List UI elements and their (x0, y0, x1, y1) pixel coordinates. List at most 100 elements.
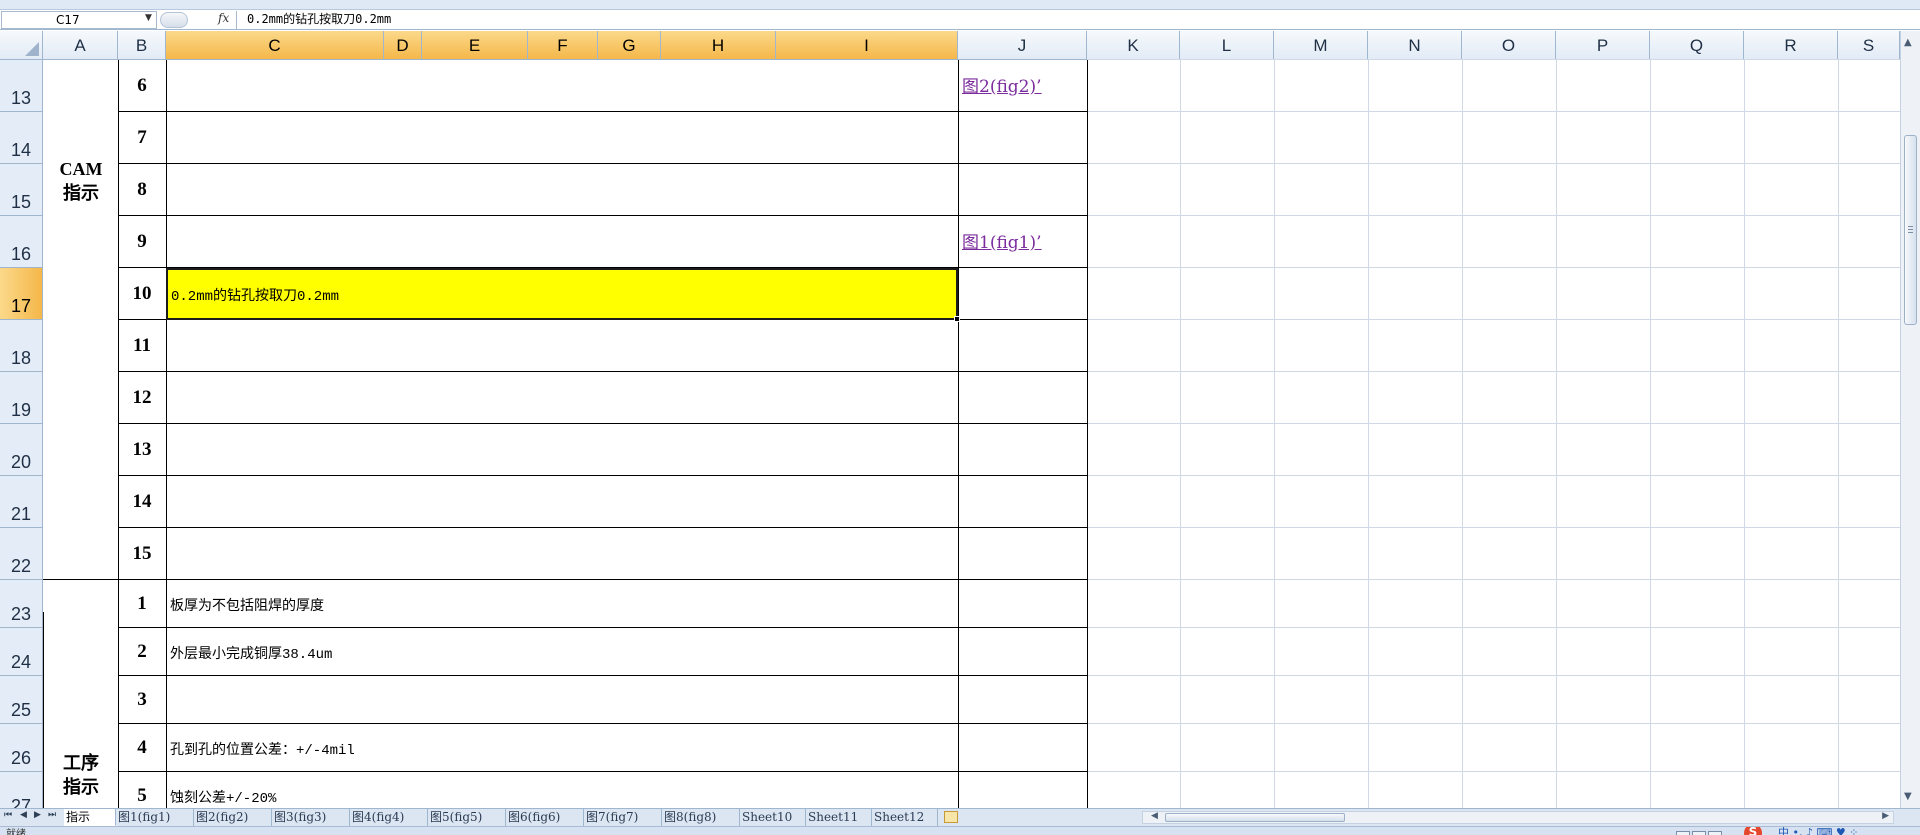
row-header-20[interactable]: 20 (0, 424, 43, 476)
column-header-c[interactable]: C (166, 31, 384, 60)
fill-handle[interactable] (954, 316, 960, 322)
item-number[interactable]: 9 (118, 231, 166, 253)
scroll-right-icon[interactable]: ▶ (1882, 811, 1889, 821)
sheet-tab[interactable]: 图5(fig5) (428, 809, 506, 826)
item-number[interactable]: 2 (118, 641, 166, 663)
row-header-16[interactable]: 16 (0, 216, 43, 268)
row-header-21[interactable]: 21 (0, 476, 43, 528)
sheet-tab[interactable]: 图1(fig1) (116, 809, 194, 826)
sheet-tab[interactable]: 指示 (64, 809, 116, 826)
row-number: 15 (10, 192, 32, 212)
sheet-tab[interactable]: 图4(fig4) (350, 809, 428, 826)
row-header-24[interactable]: 24 (0, 628, 43, 676)
item-number[interactable]: 12 (118, 387, 166, 409)
sheet-tab[interactable]: 图8(fig8) (662, 809, 740, 826)
insert-sheet-icon[interactable] (944, 811, 958, 823)
sheet-tab[interactable]: 图3(fig3) (272, 809, 350, 826)
figure-link[interactable]: 图1(fig1)’ (962, 228, 1042, 253)
formula-bar-splitter[interactable] (160, 12, 188, 28)
row-header-17[interactable]: 17 (0, 268, 43, 320)
item-number[interactable]: 7 (118, 127, 166, 149)
item-text[interactable]: 孔到孔的位置公差：+/-4mil (170, 739, 355, 759)
item-number[interactable]: 10 (118, 283, 166, 305)
select-all-button[interactable] (0, 31, 43, 60)
item-text[interactable]: 板厚为不包括阻焊的厚度 (170, 595, 324, 615)
column-header-q[interactable]: Q (1650, 31, 1744, 60)
column-header-r[interactable]: R (1744, 31, 1838, 60)
normal-view-icon[interactable] (1676, 831, 1690, 835)
row-header-15[interactable]: 15 (0, 164, 43, 216)
formula-input[interactable]: 0.2mm的钻孔按取刀0.2mm (236, 11, 1918, 29)
vertical-scrollbar[interactable]: ▲ ▼ (1900, 31, 1920, 808)
row-number: 18 (10, 348, 32, 368)
row-header-18[interactable]: 18 (0, 320, 43, 372)
row-header-19[interactable]: 19 (0, 372, 43, 424)
scroll-up-icon[interactable]: ▲ (1904, 37, 1912, 48)
border-row (118, 527, 1087, 528)
row-header-22[interactable]: 22 (0, 528, 43, 580)
next-sheet-icon[interactable]: ▶ (34, 810, 41, 820)
page-layout-view-icon[interactable] (1692, 831, 1706, 835)
item-number[interactable]: 4 (118, 737, 166, 759)
name-box[interactable]: C17 ▼ (1, 11, 157, 29)
item-number[interactable]: 5 (118, 785, 166, 807)
column-header-s[interactable]: S (1838, 31, 1900, 60)
item-number[interactable]: 14 (118, 491, 166, 513)
last-sheet-icon[interactable]: ⏭ (48, 810, 56, 820)
vertical-scroll-thumb[interactable] (1904, 135, 1917, 325)
column-header-g[interactable]: G (598, 31, 661, 60)
active-cell-c17[interactable]: 0.2mm的钻孔按取刀0.2mm (166, 268, 958, 320)
column-header-o[interactable]: O (1462, 31, 1556, 60)
page-break-view-icon[interactable] (1708, 831, 1722, 835)
sheet-tab[interactable]: 图6(fig6) (506, 809, 584, 826)
item-number[interactable]: 13 (118, 439, 166, 461)
item-text[interactable]: 蚀刻公差+/-20% (170, 787, 276, 807)
chevron-down-icon[interactable]: ▼ (145, 13, 152, 23)
row-header-26[interactable]: 26 (0, 724, 43, 772)
column-header-m[interactable]: M (1274, 31, 1368, 60)
sheet-tab[interactable]: Sheet11 (806, 809, 872, 826)
item-text[interactable]: 外层最小完成铜厚38.4um (170, 643, 332, 663)
item-number[interactable]: 6 (118, 75, 166, 97)
row-header-27[interactable]: 27 (0, 772, 43, 808)
column-header-j[interactable]: J (958, 31, 1087, 60)
sheet-tab[interactable]: Sheet10 (740, 809, 806, 826)
row-header-25[interactable]: 25 (0, 676, 43, 724)
column-header-n[interactable]: N (1368, 31, 1462, 60)
item-number[interactable]: 11 (118, 335, 166, 357)
row-header-13[interactable]: 13 (0, 60, 43, 112)
scroll-left-icon[interactable]: ◀ (1151, 811, 1158, 821)
column-header-l[interactable]: L (1180, 31, 1274, 60)
insert-function-icon[interactable]: fx (218, 11, 229, 25)
scroll-down-icon[interactable]: ▼ (1904, 791, 1912, 802)
select-all-icon (25, 42, 39, 56)
column-header-k[interactable]: K (1087, 31, 1180, 60)
column-header-i[interactable]: I (776, 31, 958, 60)
ime-status[interactable]: 中 •, ♪ ⌨ ♥ ⁘ (1778, 827, 1858, 835)
sheet-tab[interactable]: 图7(fig7) (584, 809, 662, 826)
first-sheet-icon[interactable]: ⏮ (4, 810, 12, 820)
ime-logo-icon[interactable]: S (1744, 827, 1762, 835)
item-number[interactable]: 1 (118, 593, 166, 615)
figure-link[interactable]: 图2(fig2)’ (962, 72, 1042, 97)
row-number: 22 (10, 556, 32, 576)
row-header-14[interactable]: 14 (0, 112, 43, 164)
border-row (118, 215, 1087, 216)
column-header-e[interactable]: E (422, 31, 528, 60)
sheet-tab[interactable]: 图2(fig2) (194, 809, 272, 826)
worksheet-grid[interactable]: ABCDEFGHIJKLMNOPQRS 13 14 15 16 17 18 19 20 21 22… (0, 31, 1900, 808)
sheet-tab[interactable]: Sheet12 (872, 809, 938, 826)
item-number[interactable]: 8 (118, 179, 166, 201)
column-header-d[interactable]: D (384, 31, 422, 60)
item-number[interactable]: 3 (118, 689, 166, 711)
column-header-f[interactable]: F (528, 31, 598, 60)
column-header-b[interactable]: B (118, 31, 166, 60)
prev-sheet-icon[interactable]: ◀ (20, 810, 27, 820)
row-header-23[interactable]: 23 (0, 580, 43, 628)
column-header-a[interactable]: A (43, 31, 118, 60)
horizontal-scroll-thumb[interactable] (1165, 813, 1345, 822)
column-header-p[interactable]: P (1556, 31, 1650, 60)
horizontal-scrollbar[interactable]: ◀ ▶ (1142, 811, 1894, 824)
column-header-h[interactable]: H (661, 31, 776, 60)
item-number[interactable]: 15 (118, 543, 166, 565)
